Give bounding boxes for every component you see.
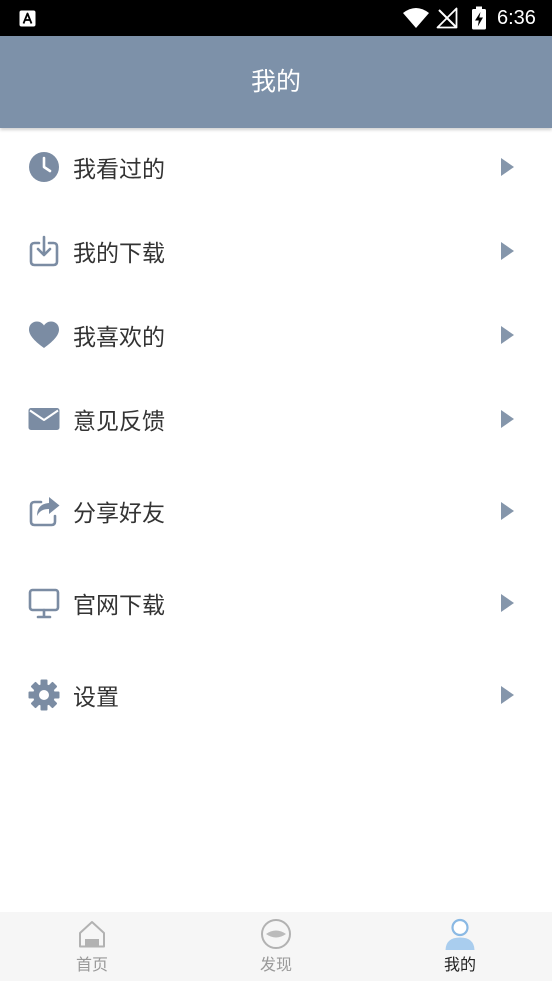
menu-item-feedback[interactable]: 意见反馈 xyxy=(0,377,552,461)
home-icon xyxy=(76,918,108,950)
app-header: 我的 xyxy=(0,36,552,128)
chevron-right-icon xyxy=(501,158,514,176)
share-icon xyxy=(27,494,61,528)
clock-icon xyxy=(27,150,61,184)
menu-item-label: 我喜欢的 xyxy=(73,325,165,351)
chevron-right-icon xyxy=(501,502,514,520)
menu-list: 我看过的 我的下载 我喜欢的 意见反馈 分享好友 官网下载 设置 xyxy=(0,125,552,741)
status-bar: 6:36 xyxy=(0,0,552,36)
gear-icon xyxy=(27,678,61,712)
tab-home-label: 首页 xyxy=(75,955,108,974)
chevron-right-icon xyxy=(501,686,514,704)
menu-item-settings[interactable]: 设置 xyxy=(0,649,552,741)
download-icon xyxy=(27,234,61,268)
profile-icon xyxy=(444,918,476,950)
discover-icon xyxy=(260,918,292,950)
menu-item-label: 我的下载 xyxy=(73,241,165,267)
menu-item-label: 我看过的 xyxy=(73,157,165,183)
menu-item-label: 分享好友 xyxy=(73,501,165,527)
chevron-right-icon xyxy=(501,594,514,612)
menu-item-history[interactable]: 我看过的 xyxy=(0,125,552,209)
menu-item-downloads[interactable]: 我的下载 xyxy=(0,209,552,293)
no-signal-icon xyxy=(436,7,458,29)
tab-discover-label: 发现 xyxy=(259,955,292,974)
heart-icon xyxy=(27,318,61,352)
menu-item-label: 意见反馈 xyxy=(73,409,165,435)
chevron-right-icon xyxy=(501,410,514,428)
menu-item-label: 官网下载 xyxy=(73,593,165,619)
monitor-icon xyxy=(27,586,61,620)
menu-item-favorites[interactable]: 我喜欢的 xyxy=(0,293,552,377)
tab-profile[interactable]: 我的 xyxy=(368,912,552,981)
wifi-icon xyxy=(402,7,430,29)
tab-home[interactable]: 首页 xyxy=(0,912,184,981)
status-time: 6:36 xyxy=(497,7,536,29)
chevron-right-icon xyxy=(501,242,514,260)
menu-item-website-download[interactable]: 官网下载 xyxy=(0,557,552,649)
mail-icon xyxy=(27,402,61,436)
bottom-nav: 首页 发现 我的 xyxy=(0,912,552,981)
notification-icon xyxy=(19,10,36,27)
chevron-right-icon xyxy=(501,326,514,344)
tab-profile-label: 我的 xyxy=(443,955,476,974)
menu-item-share[interactable]: 分享好友 xyxy=(0,465,552,557)
battery-charging-icon xyxy=(471,6,487,30)
tab-discover[interactable]: 发现 xyxy=(184,912,368,981)
page-title: 我的 xyxy=(250,67,301,96)
menu-item-label: 设置 xyxy=(73,685,119,711)
